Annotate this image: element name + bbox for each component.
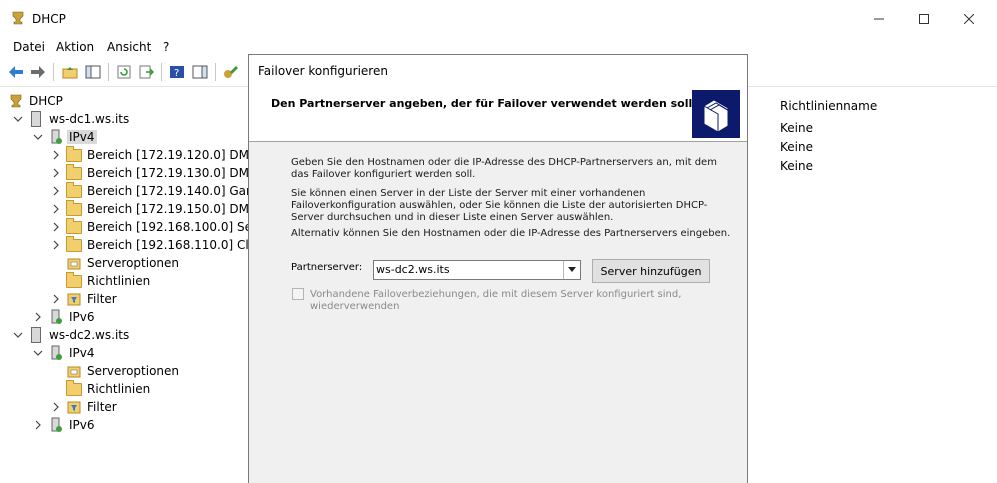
list-item[interactable]: Keine (780, 140, 813, 154)
refresh-icon[interactable] (114, 63, 134, 81)
tree-item-filter[interactable]: Filter (50, 290, 119, 308)
chevron-right-icon[interactable] (32, 311, 44, 323)
wizard-folders-icon (692, 90, 740, 138)
tree-item-richtlinien[interactable]: Richtlinien (66, 379, 152, 398)
maximize-button[interactable] (901, 6, 947, 32)
description-text: Sie können einen Server in der Liste der… (291, 188, 708, 223)
tree-item-scope[interactable]: Bereich [192.168.110.0] Clients (50, 235, 250, 254)
tree-item-ipv4-ws-dc1[interactable]: IPv4 (32, 128, 97, 146)
ipv6-icon (48, 417, 64, 433)
svg-text:?: ? (174, 68, 179, 79)
policy-icon (66, 271, 82, 289)
ipv4-icon (48, 129, 64, 145)
up-folder-icon[interactable] (60, 63, 80, 81)
folder-icon (66, 199, 82, 217)
dropdown-arrow-icon[interactable] (563, 261, 580, 279)
chevron-down-icon[interactable] (12, 329, 24, 341)
menu-datei[interactable]: Datei (13, 40, 45, 54)
menu-help[interactable]: ? (163, 40, 169, 54)
tree-item-ipv6-ws-dc2[interactable]: IPv6 (32, 416, 97, 434)
chevron-right-icon[interactable] (50, 221, 62, 233)
dhcp-icon (8, 93, 24, 109)
window-titlebar: DHCP (0, 0, 997, 36)
tree-item-scope[interactable]: Bereich [172.19.130.0] DMZ-Inte (50, 163, 250, 182)
failover-dialog: Failover konfigurieren Den Partnerserver… (248, 54, 748, 483)
server-options-icon (66, 363, 82, 379)
description-text: Geben Sie den Hostnamen oder die IP-Adre… (291, 157, 717, 180)
wizard-header: Den Partnerserver angeben, der für Failo… (249, 85, 747, 142)
column-header-richtlinienname[interactable]: Richtlinienname (780, 99, 877, 113)
window-title: DHCP (32, 12, 66, 26)
folder-icon (66, 163, 82, 181)
help-icon[interactable]: ? (167, 63, 187, 81)
partnerserver-combobox[interactable]: ws-dc2.ws.its (373, 260, 581, 280)
reuse-failover-checkbox[interactable] (292, 288, 304, 300)
dhcp-config-icon[interactable] (221, 63, 241, 81)
chevron-right-icon[interactable] (50, 293, 62, 305)
menu-ansicht[interactable]: Ansicht (107, 40, 151, 54)
result-pane: Richtlinienname Keine Keine Keine (747, 88, 997, 482)
chevron-right-icon[interactable] (50, 149, 62, 161)
list-item[interactable]: Keine (780, 159, 813, 173)
back-arrow-icon[interactable] (6, 63, 26, 81)
chevron-down-icon[interactable] (32, 131, 44, 143)
wizard-heading: Den Partnerserver angeben, der für Failo… (271, 97, 693, 110)
export-list-icon[interactable] (136, 63, 156, 81)
dialog-title: Failover konfigurieren (258, 64, 388, 78)
tree-item-server-ws-dc2[interactable]: ws-dc2.ws.its (12, 326, 131, 344)
tree-item-server-ws-dc1[interactable]: ws-dc1.ws.its (12, 110, 131, 128)
folder-icon (66, 181, 82, 199)
policy-icon (66, 379, 82, 397)
chevron-down-icon[interactable] (12, 113, 24, 125)
tree-item-scope[interactable]: Bereich [172.19.150.0] DMZ-Iso (50, 199, 250, 218)
tree-item-ipv6-ws-dc1[interactable]: IPv6 (32, 308, 97, 326)
list-item[interactable]: Keine (780, 121, 813, 135)
chevron-right-icon[interactable] (50, 401, 62, 413)
chevron-right-icon[interactable] (32, 419, 44, 431)
minimize-button[interactable] (856, 6, 902, 32)
tree-item-ipv4-ws-dc2[interactable]: IPv4 (32, 344, 97, 362)
chevron-right-icon[interactable] (50, 185, 62, 197)
tree-item-scope[interactable]: Bereich [172.19.120.0] DMZ-ex (50, 145, 250, 164)
filter-icon (66, 291, 82, 307)
folder-icon (66, 235, 82, 253)
folder-icon (66, 217, 82, 235)
tree-item-serveroptionen[interactable]: Serveroptionen (66, 362, 181, 380)
filter-icon (66, 399, 82, 415)
partnerserver-label: Partnerserver: (291, 262, 363, 273)
ipv6-icon (48, 309, 64, 325)
chevron-right-icon[interactable] (50, 167, 62, 179)
server-options-icon (66, 255, 82, 271)
server-icon (28, 111, 44, 127)
folder-icon (66, 145, 82, 163)
tree-item-filter[interactable]: Filter (50, 398, 119, 416)
tree-item-scope[interactable]: Bereich [172.19.140.0] GameZo (50, 181, 250, 200)
dhcp-app-icon (10, 11, 26, 25)
chevron-down-icon[interactable] (32, 347, 44, 359)
dialog-titlebar: Failover konfigurieren (249, 55, 747, 85)
chevron-right-icon[interactable] (50, 203, 62, 215)
console-tree: DHCP ws-dc1.ws.its IPv4 Bereich [172.19.… (0, 88, 250, 482)
description-text: Alternativ können Sie den Hostnamen oder… (291, 228, 731, 239)
server-icon (28, 327, 44, 343)
close-button[interactable] (946, 6, 992, 32)
menu-aktion[interactable]: Aktion (56, 40, 94, 54)
action-pane-icon[interactable] (190, 63, 210, 81)
tree-item-serveroptionen[interactable]: Serveroptionen (66, 254, 181, 272)
reuse-failover-label: Vorhandene Failoverbeziehungen, die mit … (310, 289, 682, 312)
add-server-button[interactable]: Server hinzufügen (592, 259, 710, 283)
chevron-right-icon[interactable] (50, 239, 62, 251)
tree-item-scope[interactable]: Bereich [192.168.100.0] Server- (50, 217, 250, 236)
ipv4-icon (48, 345, 64, 361)
tree-item-dhcp[interactable]: DHCP (8, 92, 65, 110)
tree-item-richtlinien[interactable]: Richtlinien (66, 271, 152, 290)
show-hide-console-tree-icon[interactable] (83, 63, 103, 81)
forward-arrow-icon[interactable] (28, 63, 48, 81)
partnerserver-value[interactable]: ws-dc2.ws.its (376, 263, 450, 276)
